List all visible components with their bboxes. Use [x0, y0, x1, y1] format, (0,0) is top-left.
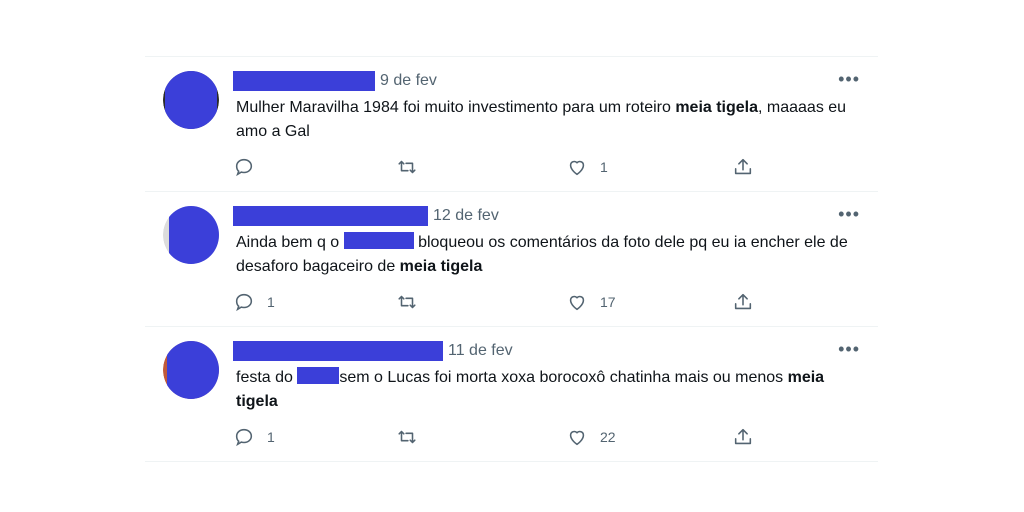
- username-redacted[interactable]: [233, 341, 443, 361]
- like-button[interactable]: 1: [566, 155, 608, 179]
- retweet-button[interactable]: [396, 290, 418, 314]
- tweet-feed: 9 de fev ••• Mulher Maravilha 1984 foi m…: [145, 56, 878, 462]
- mention-redacted: [343, 232, 414, 249]
- tweet-date[interactable]: 9 de fev: [380, 71, 437, 91]
- more-options-icon[interactable]: •••: [838, 204, 860, 224]
- tweet-text: festa do sem o Lucas foi morta xoxa boro…: [236, 367, 825, 410]
- avatar[interactable]: [163, 341, 219, 399]
- reply-button[interactable]: 1: [233, 290, 275, 314]
- share-icon: [734, 428, 752, 445]
- like-icon: [569, 160, 585, 176]
- tweet-text: Ainda bem q o bloqueou os comentários da…: [236, 232, 848, 275]
- username-redacted[interactable]: [233, 206, 428, 226]
- like-icon: [569, 295, 585, 311]
- avatar[interactable]: [163, 71, 219, 129]
- retweet-button[interactable]: [396, 425, 418, 449]
- tweet[interactable]: 9 de fev ••• Mulher Maravilha 1984 foi m…: [145, 57, 878, 192]
- tweet-date[interactable]: 12 de fev: [433, 206, 499, 226]
- retweet-icon: [398, 430, 416, 444]
- tweet[interactable]: 11 de fev ••• festa do sem o Lucas foi m…: [145, 327, 878, 462]
- share-button[interactable]: [732, 290, 754, 314]
- share-button[interactable]: [732, 155, 754, 179]
- share-button[interactable]: [732, 425, 754, 449]
- reply-icon: [235, 293, 253, 312]
- reply-count: 1: [267, 429, 275, 445]
- reply-button[interactable]: [233, 155, 267, 179]
- reply-icon: [235, 158, 253, 177]
- tweet-text: Mulher Maravilha 1984 foi muito investim…: [236, 99, 847, 140]
- like-button[interactable]: 17: [566, 290, 616, 314]
- mention-redacted: [297, 367, 340, 384]
- like-icon: [569, 430, 585, 446]
- highlight-term: meia tigela: [675, 99, 759, 116]
- retweet-button[interactable]: [396, 155, 418, 179]
- tweet-date[interactable]: 11 de fev: [448, 341, 513, 361]
- like-button[interactable]: 22: [566, 425, 616, 449]
- like-count: 17: [600, 294, 616, 310]
- like-count: 1: [600, 159, 608, 175]
- share-icon: [734, 158, 752, 175]
- reply-count: 1: [267, 294, 275, 310]
- username-redacted[interactable]: [233, 71, 375, 91]
- retweet-icon: [398, 160, 416, 174]
- more-options-icon[interactable]: •••: [838, 339, 860, 359]
- avatar[interactable]: [163, 206, 219, 264]
- highlight-term: meia tigela: [399, 258, 483, 275]
- share-icon: [734, 293, 752, 310]
- retweet-icon: [398, 295, 416, 309]
- tweet-actions: 1: [233, 155, 773, 179]
- more-options-icon[interactable]: •••: [838, 69, 860, 89]
- tweet-actions: 1 17: [233, 290, 773, 314]
- like-count: 22: [600, 429, 616, 445]
- tweet[interactable]: 12 de fev ••• Ainda bem q o bloqueou os …: [145, 192, 878, 327]
- tweet-actions: 1 22: [233, 425, 773, 449]
- reply-icon: [235, 428, 253, 447]
- reply-button[interactable]: 1: [233, 425, 275, 449]
